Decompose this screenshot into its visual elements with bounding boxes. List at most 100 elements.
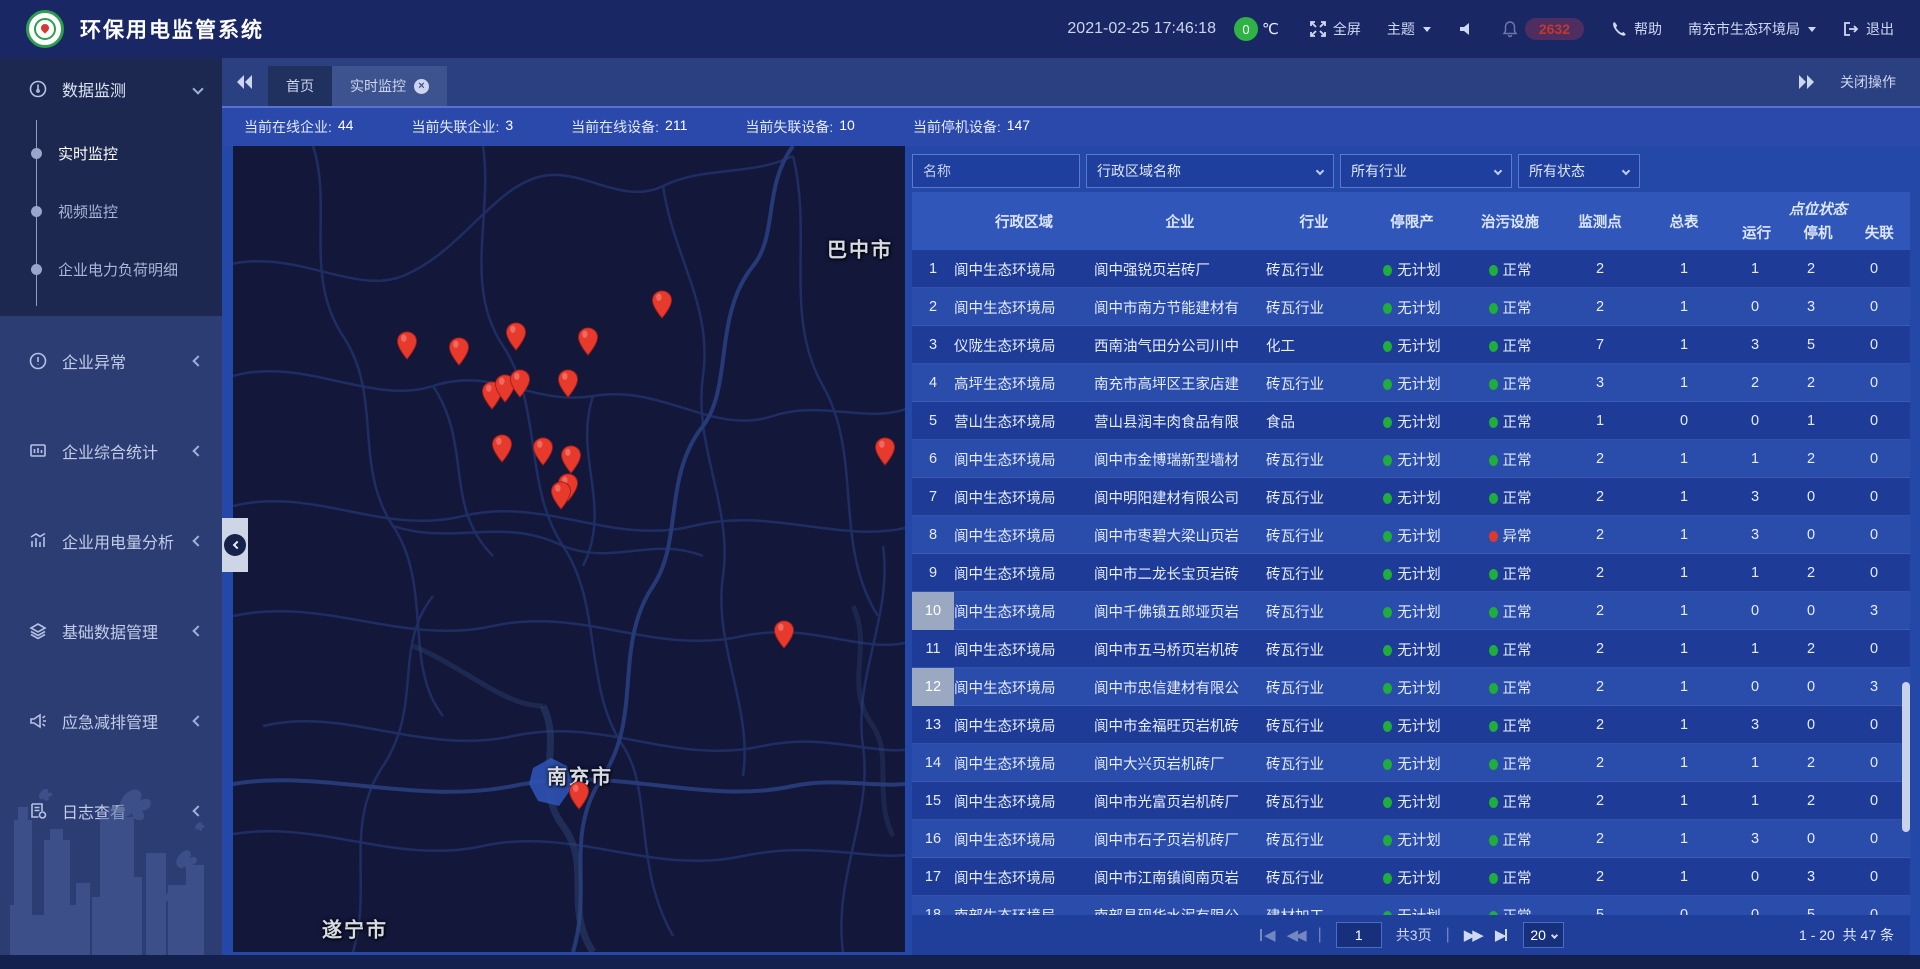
map-marker[interactable] (509, 369, 531, 398)
next-page-button[interactable]: ▶▶ (1464, 926, 1481, 944)
cell-halt: 2 (1784, 375, 1838, 391)
fullscreen-button[interactable]: 全屏 (1309, 19, 1361, 39)
map-marker[interactable] (505, 322, 527, 351)
map-collapse-handle[interactable] (222, 518, 248, 572)
mute-button[interactable] (1457, 20, 1475, 38)
table-row[interactable]: 1阆中生态环境局阆中强锐页岩砖厂砖瓦行业无计划正常21120 (912, 250, 1910, 288)
tab-close-icon[interactable]: × (414, 79, 429, 94)
cell-facility-status: 正常 (1462, 411, 1558, 432)
table-row[interactable]: 3仪陇生态环境局西南油气田分公司川中化工无计划正常71350 (912, 326, 1910, 364)
tabs-scroll-left-button[interactable] (222, 58, 268, 106)
status-filter-select[interactable]: 所有状态 (1518, 154, 1640, 188)
table-row[interactable]: 16阆中生态环境局阆中市石子页岩机砖厂砖瓦行业无计划正常21300 (912, 820, 1910, 858)
map-marker[interactable] (577, 327, 599, 356)
cell-halt: 3 (1784, 869, 1838, 885)
row-index: 2 (912, 288, 954, 326)
cell-industry: 砖瓦行业 (1266, 715, 1362, 736)
theme-dropdown[interactable]: 主题 (1387, 19, 1431, 39)
cell-total-meter: 1 (1642, 831, 1726, 847)
map-marker[interactable] (874, 437, 896, 466)
sidebar-group-base-data[interactable]: 基础数据管理 (0, 600, 222, 662)
map-pin-icon (509, 369, 531, 398)
map-marker[interactable] (532, 437, 554, 466)
sidebar-group-emergency[interactable]: 应急减排管理 (0, 690, 222, 752)
industry-filter-select[interactable]: 所有行业 (1340, 154, 1512, 188)
table-row[interactable]: 11阆中生态环境局阆中市五马桥页岩机砖砖瓦行业无计划正常21120 (912, 630, 1910, 668)
table-row[interactable]: 5营山生态环境局营山县润丰肉食品有限食品无计划正常10010 (912, 402, 1910, 440)
table-row[interactable]: 13阆中生态环境局阆中市金福旺页岩机砖砖瓦行业无计划正常21300 (912, 706, 1910, 744)
map-marker[interactable] (550, 481, 572, 510)
map-marker[interactable] (396, 331, 418, 360)
cell-stop-plan: 无计划 (1362, 601, 1462, 622)
sidebar-item-realtime[interactable]: 实时监控 (0, 124, 222, 182)
map-marker[interactable] (560, 445, 582, 474)
table-row[interactable]: 15阆中生态环境局阆中市光富页岩机砖厂砖瓦行业无计划正常21120 (912, 782, 1910, 820)
tab-home[interactable]: 首页 (268, 66, 332, 106)
table-row[interactable]: 12阆中生态环境局阆中市忠信建材有限公砖瓦行业无计划正常21003 (912, 668, 1910, 706)
city-skyline-decoration (0, 765, 222, 955)
status-dot-green (1489, 683, 1498, 694)
prev-page-button[interactable]: ◀◀ (1287, 926, 1304, 944)
sidebar-item-video[interactable]: 视频监控 (0, 182, 222, 240)
status-dot-green (1489, 303, 1498, 314)
first-page-button[interactable]: ◀ (1258, 926, 1273, 944)
cell-monitor-points: 2 (1558, 565, 1642, 581)
sidebar-group-company-stats[interactable]: 企业综合统计 (0, 420, 222, 482)
close-operations-button[interactable]: 关闭操作 (1840, 72, 1896, 92)
map[interactable]: 巴中市南充市遂宁市 (233, 146, 905, 952)
name-filter[interactable] (912, 154, 1080, 188)
cell-industry: 砖瓦行业 (1266, 677, 1362, 698)
cell-run: 3 (1726, 489, 1784, 505)
cell-lost: 0 (1838, 755, 1910, 771)
col-meter: 总表 (1642, 211, 1726, 232)
logout-button[interactable]: 退出 (1842, 19, 1894, 39)
table-scrollbar[interactable] (1902, 682, 1910, 832)
notifications[interactable]: 2632 (1501, 18, 1584, 40)
cell-run: 2 (1726, 375, 1784, 391)
map-marker[interactable] (568, 781, 590, 810)
status-dot-green (1383, 645, 1392, 656)
table-row[interactable]: 9阆中生态环境局阆中市二龙长宝页岩砖砖瓦行业无计划正常21120 (912, 554, 1910, 592)
sidebar-group-company-abnormal[interactable]: 企业异常 (0, 330, 222, 392)
double-chevron-right-icon[interactable] (1798, 75, 1814, 89)
map-marker[interactable] (491, 434, 513, 463)
cell-region: 阆中生态环境局 (954, 449, 1094, 470)
map-marker[interactable] (557, 369, 579, 398)
region-filter-select[interactable]: 行政区域名称 (1086, 154, 1334, 188)
cell-stop-plan: 无计划 (1362, 753, 1462, 774)
cell-lost: 0 (1838, 489, 1910, 505)
tab-realtime[interactable]: 实时监控 × (332, 66, 447, 106)
cell-total-meter: 0 (1642, 413, 1726, 429)
sidebar-item-power-load[interactable]: 企业电力负荷明细 (0, 240, 222, 298)
cell-run: 1 (1726, 261, 1784, 277)
cell-company: 阆中市枣碧大梁山页岩 (1094, 525, 1266, 546)
table-row[interactable]: 8阆中生态环境局阆中市枣碧大梁山页岩砖瓦行业无计划异常21300 (912, 516, 1910, 554)
map-marker[interactable] (773, 620, 795, 649)
page-number-input[interactable] (1336, 922, 1382, 948)
table-row[interactable]: 17阆中生态环境局阆中市江南镇阆南页岩砖瓦行业无计划正常21030 (912, 858, 1910, 896)
org-dropdown[interactable]: 南充市生态环境局 (1688, 19, 1816, 39)
sidebar-group-power-analysis[interactable]: 企业用电量分析 (0, 510, 222, 572)
cell-total-meter: 1 (1642, 869, 1726, 885)
cell-monitor-points: 1 (1558, 413, 1642, 429)
table-row[interactable]: 18南部生态环境局南部县砚华水泥有限公建材加工无计划正常50050 (912, 896, 1910, 915)
caret-down-icon (1423, 27, 1431, 32)
last-page-button[interactable]: ▶ (1495, 926, 1510, 944)
row-index: 1 (912, 250, 954, 288)
table-row[interactable]: 10阆中生态环境局阆中千佛镇五郎垭页岩砖瓦行业无计划正常21003 (912, 592, 1910, 630)
table-row[interactable]: 7阆中生态环境局阆中明阳建材有限公司砖瓦行业无计划正常21300 (912, 478, 1910, 516)
sidebar-group-data-monitoring[interactable]: 数据监测 (0, 58, 222, 120)
page-size-select[interactable]: 20 (1523, 922, 1564, 948)
table-row[interactable]: 2阆中生态环境局阆中市南方节能建材有砖瓦行业无计划正常21030 (912, 288, 1910, 326)
name-filter-input[interactable] (923, 163, 1069, 179)
table-row[interactable]: 4高坪生态环境局南充市高坪区王家店建砖瓦行业无计划正常31220 (912, 364, 1910, 402)
row-index: 5 (912, 402, 954, 440)
cell-region: 阆中生态环境局 (954, 525, 1094, 546)
cell-monitor-points: 2 (1558, 299, 1642, 315)
map-marker[interactable] (448, 337, 470, 366)
table-row[interactable]: 14阆中生态环境局阆中大兴页岩机砖厂砖瓦行业无计划正常21120 (912, 744, 1910, 782)
map-marker[interactable] (651, 290, 673, 319)
table-row[interactable]: 6阆中生态环境局阆中市金博瑞新型墙材砖瓦行业无计划正常21120 (912, 440, 1910, 478)
help-button[interactable]: 帮助 (1610, 19, 1662, 39)
cell-stop-plan: 无计划 (1362, 867, 1462, 888)
